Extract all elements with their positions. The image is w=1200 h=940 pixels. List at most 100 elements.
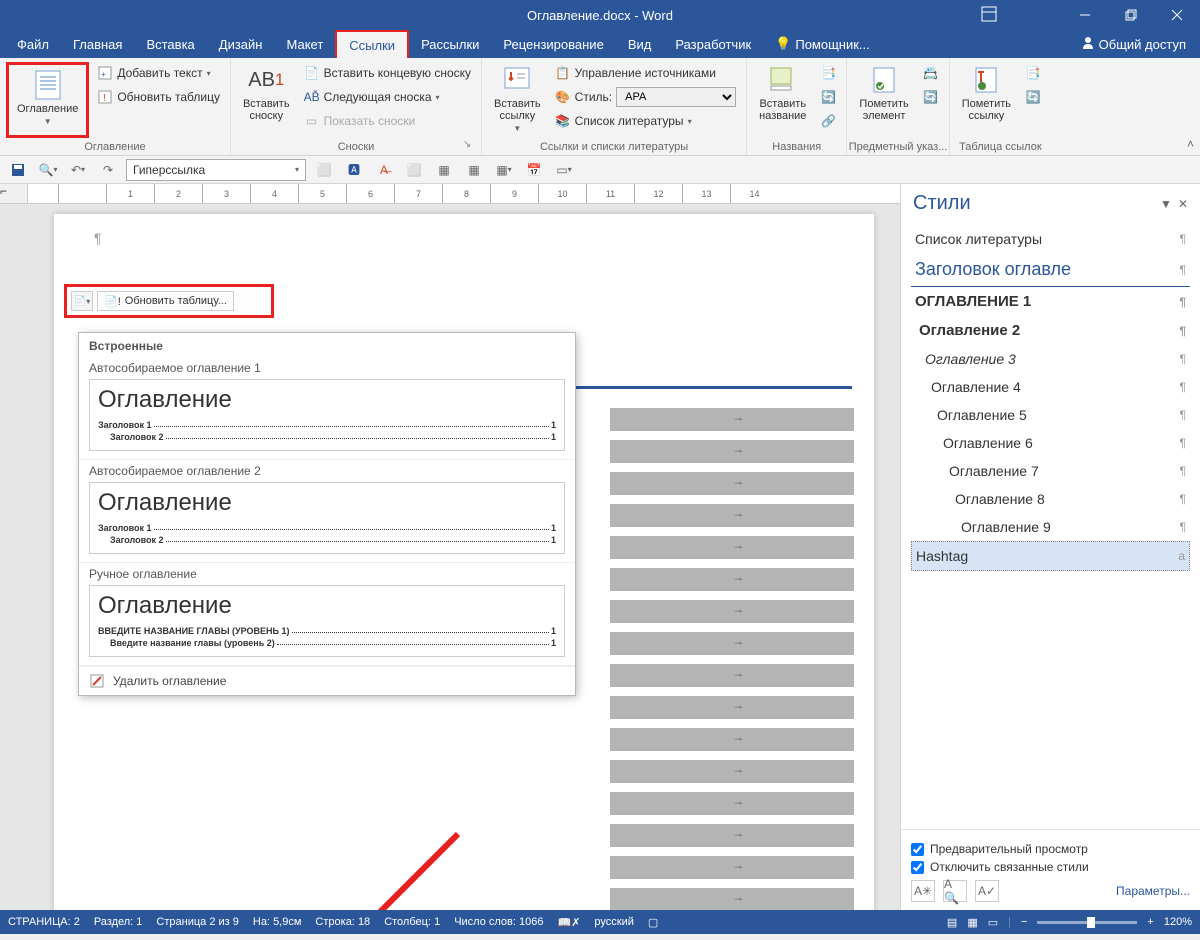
tab-references[interactable]: Ссылки [335,30,409,58]
status-section[interactable]: Раздел: 1 [94,916,143,928]
tab-layout[interactable]: Макет [274,30,335,58]
preview-checkbox-input[interactable] [911,843,924,856]
update-table-button[interactable]: ! Обновить таблицу [93,86,224,108]
restore-button[interactable] [1108,0,1154,30]
tab-home[interactable]: Главная [61,30,134,58]
styles-options-link[interactable]: Параметры... [1116,884,1190,898]
style-item[interactable]: Оглавление 8¶ [911,485,1190,513]
style-item[interactable]: Оглавление 3¶ [911,345,1190,373]
pane-dropdown-icon[interactable]: ▼ [1160,197,1172,211]
citation-style-select[interactable]: 🎨 Стиль: APA [551,86,740,108]
zoom-slider[interactable] [1037,921,1137,924]
tab-file[interactable]: Файл [5,30,61,58]
style-item[interactable]: ОГЛАВЛЕНИЕ 1¶ [911,287,1190,316]
qat-btn-9[interactable]: ▭▾ [552,159,576,181]
toc-menu-icon[interactable]: 📄▾ [71,291,93,311]
save-button[interactable] [6,159,30,181]
style-item[interactable]: Оглавление 4¶ [911,373,1190,401]
tab-insert[interactable]: Вставка [134,30,206,58]
share-button[interactable]: Общий доступ [1067,30,1200,58]
toc-update-button[interactable]: 📄! Обновить таблицу... [97,291,234,311]
style-inspector-button[interactable]: A🔍 [943,880,967,902]
new-style-button[interactable]: A✳ [911,880,935,902]
bibliography-button[interactable]: 📚 Список литературы ▾ [551,110,740,132]
delete-toc-menuitem[interactable]: Удалить оглавление [79,666,575,695]
minimize-button[interactable] [1062,0,1108,30]
qat-btn-7[interactable]: ▦▾ [492,159,516,181]
footnotes-launcher-icon[interactable]: ↘ [463,139,475,151]
tab-developer[interactable]: Разработчик [663,30,763,58]
qat-btn-5[interactable]: ▦ [432,159,456,181]
gallery-auto1[interactable]: Автособираемое оглавление 1 Оглавление З… [79,357,575,460]
style-item[interactable]: Заголовок оглавле¶ [911,253,1190,287]
ruler-horizontal[interactable]: 1234567891011121314 [28,184,900,204]
zoom-in-button[interactable]: + [1147,916,1153,928]
collapse-ribbon-icon[interactable]: ˄ [1187,137,1194,151]
insert-index-button[interactable]: 📇 [919,62,943,84]
view-print-icon[interactable]: ▦ [967,916,977,929]
qat-btn-4[interactable]: ⬜ [402,159,426,181]
add-text-button[interactable]: + Добавить текст ▾ [93,62,224,84]
toc-button[interactable]: Оглавление ▼ [6,62,89,138]
qat-btn-3[interactable]: A̶ [372,159,396,181]
undo-button[interactable]: ↶▾ [66,159,90,181]
document-area[interactable]: ¶ 📄▾ 📄! Обновить таблицу... ·оглавления … [28,204,900,910]
tab-mailings[interactable]: Рассылки [409,30,491,58]
show-notes-button[interactable]: ▭ Показать сноски [300,110,475,132]
status-at[interactable]: На: 5,9см [253,916,302,928]
disable-linked-checkbox[interactable]: Отключить связанные стили [911,860,1190,874]
redo-button[interactable]: ↷ [96,159,120,181]
update-index-button[interactable]: 🔄 [919,86,943,108]
tab-view[interactable]: Вид [616,30,664,58]
style-item[interactable]: Оглавление 2¶ [911,316,1190,345]
zoom-level[interactable]: 120% [1164,916,1192,928]
style-item[interactable]: Hashtaga [911,541,1190,571]
preview-checkbox[interactable]: Предварительный просмотр [911,842,1190,856]
style-selector[interactable]: Гиперссылка▾ [126,159,306,181]
status-pages[interactable]: Страница 2 из 9 [156,916,238,928]
tab-design[interactable]: Дизайн [207,30,275,58]
mark-entry-button[interactable]: Пометить элемент [853,62,914,138]
style-item[interactable]: Оглавление 5¶ [911,401,1190,429]
gallery-auto2[interactable]: Автособираемое оглавление 2 Оглавление З… [79,460,575,563]
preview-button[interactable]: 🔍▾ [36,159,60,181]
qat-btn-8[interactable]: 📅 [522,159,546,181]
qat-btn-1[interactable]: ⬜ [312,159,336,181]
status-spellcheck-icon[interactable]: 📖✗ [558,916,581,929]
insert-table-figures-button[interactable]: 📑 [816,62,840,84]
tell-me-input[interactable]: 💡 Помощник... [763,30,882,58]
zoom-out-button[interactable]: − [1021,916,1027,928]
next-footnote-button[interactable]: AB̌ Следующая сноска ▾ [300,86,475,108]
insert-toa-button[interactable]: 📑 [1021,62,1045,84]
insert-caption-button[interactable]: Вставить название [753,62,812,138]
style-item[interactable]: Оглавление 6¶ [911,429,1190,457]
ribbon-display-icon[interactable] [980,5,998,26]
tab-review[interactable]: Рецензирование [491,30,615,58]
qat-btn-2[interactable]: 🅰 [342,159,366,181]
status-page[interactable]: СТРАНИЦА: 2 [8,916,80,928]
mark-citation-button[interactable]: Пометить ссылку [956,62,1017,138]
style-item[interactable]: Оглавление 7¶ [911,457,1190,485]
toc-field-control[interactable]: 📄▾ 📄! Обновить таблицу... [64,284,274,318]
update-figures-button[interactable]: 🔄 [816,86,840,108]
disable-linked-checkbox-input[interactable] [911,861,924,874]
status-col[interactable]: Столбец: 1 [384,916,440,928]
cross-reference-button[interactable]: 🔗 [816,110,840,132]
status-lang[interactable]: русский [594,916,633,928]
style-item[interactable]: Оглавление 9¶ [911,513,1190,541]
gallery-manual[interactable]: Ручное оглавление Оглавление ВВЕДИТЕ НАЗ… [79,563,575,666]
status-line[interactable]: Строка: 18 [315,916,370,928]
style-dropdown[interactable]: APA [616,87,736,107]
styles-list[interactable]: Список литературы¶Заголовок оглавле¶ОГЛА… [901,219,1200,829]
view-web-icon[interactable]: ▭ [988,916,998,929]
update-toa-button[interactable]: 🔄 [1021,86,1045,108]
insert-citation-button[interactable]: Вставить ссылку ▼ [488,62,547,138]
status-macro-icon[interactable]: ▢ [648,916,658,929]
insert-footnote-button[interactable]: AB1 Вставить сноску [237,62,296,138]
style-item[interactable]: Список литературы¶ [911,225,1190,253]
qat-btn-6[interactable]: ▦ [462,159,486,181]
manage-sources-button[interactable]: 📋 Управление источниками [551,62,740,84]
insert-endnote-button[interactable]: 📄 Вставить концевую сноску [300,62,475,84]
pane-close-icon[interactable]: ✕ [1178,197,1188,211]
close-button[interactable] [1154,0,1200,30]
